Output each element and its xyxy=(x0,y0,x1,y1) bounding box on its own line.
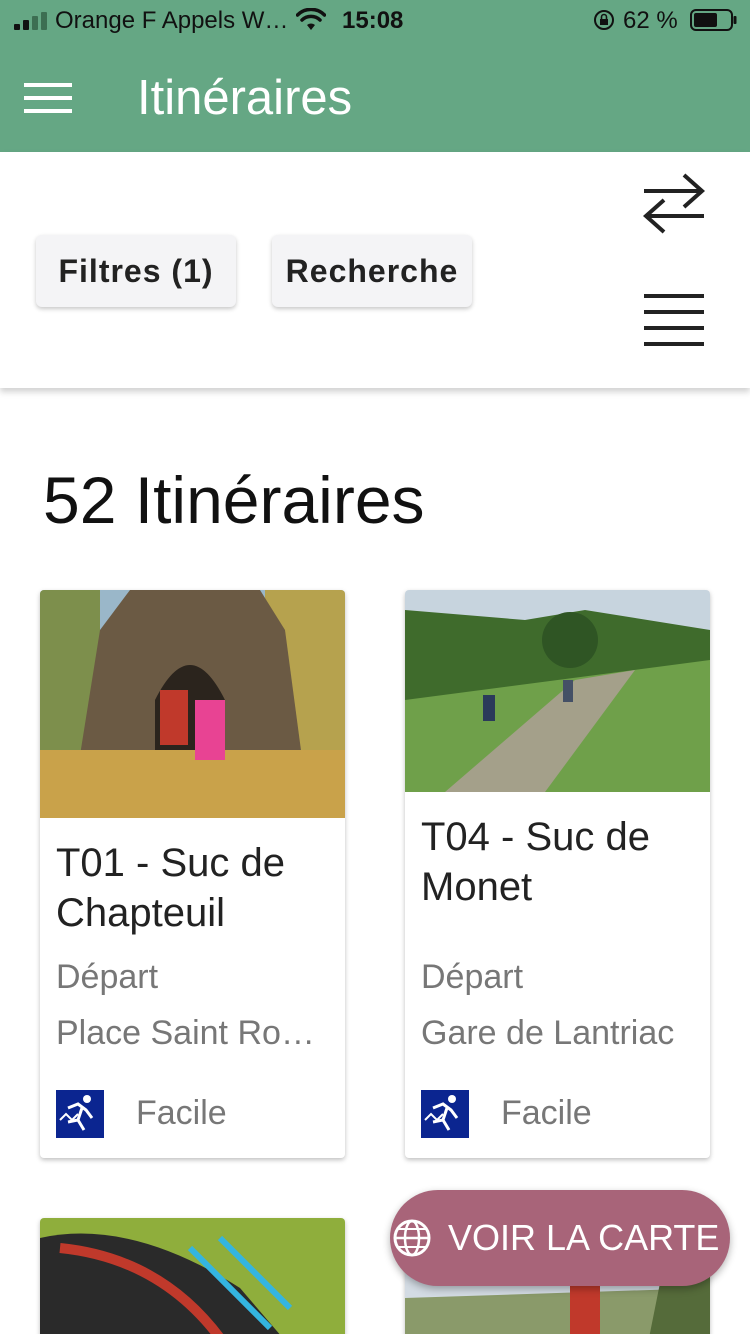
difficulty-label: Facile xyxy=(136,1094,227,1132)
trail-running-icon xyxy=(421,1090,469,1138)
route-photo xyxy=(40,590,345,818)
route-card[interactable]: T04 - Suc de Monet Départ Gare de Lantri… xyxy=(405,590,710,1158)
route-card[interactable]: T01 - Suc de Chapteuil Départ Place Sain… xyxy=(40,590,345,1158)
filters-button[interactable]: Filtres (1) xyxy=(36,235,236,307)
view-map-button[interactable]: VOIR LA CARTE xyxy=(390,1190,730,1286)
route-name: T01 - Suc de Chapteuil xyxy=(56,841,286,935)
start-label: Départ xyxy=(421,958,524,996)
status-bar: Orange F Appels W… 15:08 62 % xyxy=(0,0,750,42)
trail-running-icon xyxy=(56,1090,104,1138)
start-label: Départ xyxy=(56,958,159,996)
app-bar: Itinéraires xyxy=(0,42,750,152)
wifi-icon xyxy=(296,8,326,30)
carrier-name: Orange F Appels W… xyxy=(55,7,289,34)
results-count: 52 Itinéraires xyxy=(43,463,425,537)
view-map-label: VOIR LA CARTE xyxy=(448,1217,720,1258)
search-button[interactable]: Recherche xyxy=(272,235,472,307)
battery-icon xyxy=(690,9,737,31)
signal-icon xyxy=(14,12,47,30)
start-place: Place Saint Romain xyxy=(56,1014,331,1052)
filter-toolbar: Filtres (1) Recherche xyxy=(0,152,750,388)
battery-percent: 62 % xyxy=(623,7,678,34)
list-view-icon[interactable] xyxy=(640,292,708,352)
route-photo xyxy=(40,1218,345,1334)
globe-icon xyxy=(393,1219,431,1257)
start-place: Gare de Lantriac xyxy=(421,1014,675,1052)
difficulty-label: Facile xyxy=(501,1094,592,1132)
hamburger-menu-icon[interactable] xyxy=(22,78,74,118)
route-name: T04 - Suc de Monet xyxy=(421,815,651,909)
sort-swap-icon[interactable] xyxy=(640,164,708,244)
route-photo xyxy=(405,590,710,792)
route-card[interactable] xyxy=(40,1218,345,1334)
page-title: Itinéraires xyxy=(137,71,353,125)
clock: 15:08 xyxy=(342,7,404,34)
rotation-lock-icon xyxy=(594,10,614,30)
